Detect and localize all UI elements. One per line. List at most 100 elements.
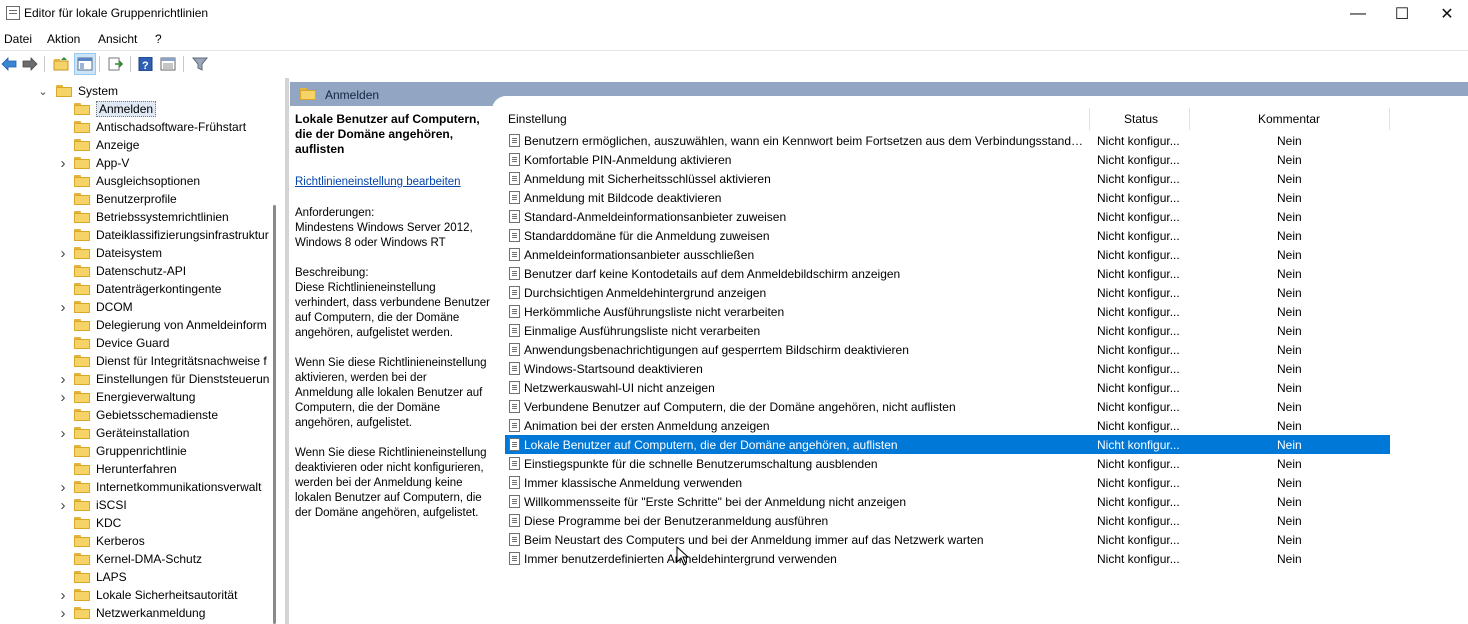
policy-comment: Nein	[1277, 324, 1302, 338]
policy-setting-icon	[509, 419, 520, 432]
policy-row[interactable]: Benutzer darf keine Kontodetails auf dem…	[505, 264, 1390, 283]
menu-datei[interactable]: Datei	[4, 32, 32, 46]
show-hide-tree-icon[interactable]	[74, 53, 96, 75]
policy-status: Nicht konfigur...	[1097, 191, 1180, 205]
tree-item[interactable]: › Netzwerkanmeldung	[58, 604, 206, 622]
tree-item[interactable]: › Lokale Sicherheitsautorität	[58, 586, 238, 604]
folder-icon	[74, 103, 90, 115]
tree-item[interactable]: Delegierung von Anmeldeinform	[58, 316, 267, 334]
policy-row[interactable]: Windows-Startsound deaktivieren Nicht kon…	[505, 359, 1390, 378]
edit-policy-link[interactable]: Richtlinieneinstellung bearbeiten	[295, 175, 500, 190]
folder-icon	[74, 193, 90, 205]
chevron-right-icon[interactable]: ›	[58, 424, 68, 442]
policy-row[interactable]: Standarddomäne für die Anmeldung zuweise…	[505, 226, 1390, 245]
policy-comment: Nein	[1277, 210, 1302, 224]
policy-row[interactable]: Anwendungsbenachrichtigungen auf gesperr…	[505, 340, 1390, 359]
policy-row[interactable]: Beim Neustart des Computers und bei der …	[505, 530, 1390, 549]
tree-item[interactable]: › Geräteinstallation	[58, 424, 190, 442]
tree-item[interactable]: Anzeige	[58, 136, 139, 154]
column-separator[interactable]	[1189, 108, 1190, 130]
minimize-button[interactable]: —	[1335, 0, 1381, 28]
forward-arrow-icon[interactable]	[21, 55, 39, 73]
policy-row[interactable]: Immer klassische Anmeldung verwenden Nich…	[505, 473, 1390, 492]
policy-setting-icon	[509, 172, 520, 185]
tree-item[interactable]: Datenträgerkontingente	[58, 280, 221, 298]
tree-item[interactable]: › Energieverwaltung	[58, 388, 196, 406]
tree-item[interactable]: Anmelden	[58, 100, 157, 118]
back-arrow-icon[interactable]	[0, 55, 18, 73]
properties-view-icon[interactable]	[159, 55, 177, 73]
column-separator[interactable]	[1389, 108, 1390, 130]
chevron-down-icon[interactable]: ⌄	[38, 82, 48, 100]
policy-row[interactable]: Herkömmliche Ausführungsliste nicht vera…	[505, 302, 1390, 321]
policy-name: Netzwerkauswahl-UI nicht anzeigen	[524, 381, 715, 395]
tree-item[interactable]: Gebietsschemadienste	[58, 406, 218, 424]
policy-row[interactable]: Benutzern ermöglichen, auszuwählen, wann…	[505, 131, 1390, 150]
column-separator[interactable]	[1089, 108, 1090, 130]
tree-item-system[interactable]: ⌄ System	[38, 82, 118, 100]
policy-row[interactable]: Anmeldung mit Sicherheitsschlüssel aktiv…	[505, 169, 1390, 188]
help-icon[interactable]: ?	[137, 55, 155, 73]
policy-row[interactable]: Einmalige Ausführungsliste nicht verarbe…	[505, 321, 1390, 340]
tree-item[interactable]: Kernel-DMA-Schutz	[58, 550, 202, 568]
tree-item-label: Kernel-DMA-Schutz	[96, 552, 203, 566]
chevron-right-icon[interactable]: ›	[58, 298, 68, 316]
policy-status: Nicht konfigur...	[1097, 495, 1180, 509]
menu-aktion[interactable]: Aktion	[47, 32, 80, 46]
close-button[interactable]: ✕	[1424, 0, 1468, 28]
folder-icon	[74, 283, 90, 295]
chevron-right-icon[interactable]: ›	[58, 388, 68, 406]
policy-row[interactable]: Anmeldung mit Bildcode deaktivieren Nicht…	[505, 188, 1390, 207]
tree-item[interactable]: Dateiklassifizierungsinfrastruktur	[58, 226, 269, 244]
menu-help[interactable]: ?	[155, 32, 162, 46]
tree-item[interactable]: › DCOM	[58, 298, 133, 316]
tree-item[interactable]: › App-V	[58, 154, 130, 172]
policy-row[interactable]: Diese Programme bei der Benutzeranmeldun…	[505, 511, 1390, 530]
tree-item[interactable]: Betriebssystemrichtlinien	[58, 208, 229, 226]
tree-item[interactable]: Benutzerprofile	[58, 190, 177, 208]
tree-item[interactable]: Herunterfahren	[58, 460, 177, 478]
tree-item[interactable]: Kerberos	[58, 532, 145, 550]
chevron-right-icon[interactable]: ›	[58, 478, 68, 496]
policy-row[interactable]: Animation bei der ersten Anmeldung anzei…	[505, 416, 1390, 435]
filter-icon[interactable]	[191, 55, 209, 73]
tree-item[interactable]: Dienst für Integritätsnachweise f	[58, 352, 267, 370]
policy-row[interactable]: Verbundene Benutzer auf Computern, die d…	[505, 397, 1390, 416]
policy-row[interactable]: Lokale Benutzer auf Computern, die der D…	[505, 435, 1390, 454]
tree-item[interactable]: Gruppenrichtlinie	[58, 442, 187, 460]
policy-row[interactable]: Komfortable PIN-Anmeldung aktivieren Nich…	[505, 150, 1390, 169]
policy-row[interactable]: Immer benutzerdefinierten Anmeldehinterg…	[505, 549, 1390, 568]
tree-item[interactable]: Ausgleichsoptionen	[58, 172, 200, 190]
folder-icon	[74, 517, 90, 529]
tree-item[interactable]: › Dateisystem	[58, 244, 163, 262]
tree-scrollbar[interactable]	[273, 205, 276, 624]
chevron-right-icon[interactable]: ›	[58, 586, 68, 604]
folder-icon	[74, 265, 90, 277]
chevron-right-icon[interactable]: ›	[58, 604, 68, 622]
chevron-right-icon[interactable]: ›	[58, 154, 68, 172]
policy-row[interactable]: Anmeldeinformationsanbieter ausschließen…	[505, 245, 1390, 264]
up-folder-icon[interactable]	[52, 55, 70, 73]
policy-row[interactable]: Willkommensseite für "Erste Schritte" be…	[505, 492, 1390, 511]
policy-row[interactable]: Durchsichtigen Anmeldehintergrund anzeig…	[505, 283, 1390, 302]
tree-item[interactable]: Device Guard	[58, 334, 169, 352]
chevron-right-icon[interactable]: ›	[58, 496, 68, 514]
tree-item[interactable]: › Einstellungen für Dienststeuerun	[58, 370, 270, 388]
tree-item[interactable]: LAPS	[58, 568, 127, 586]
export-list-icon[interactable]	[106, 55, 124, 73]
policy-row[interactable]: Standard-Anmeldeinformationsanbieter zuw…	[505, 207, 1390, 226]
policy-status: Nicht konfigur...	[1097, 229, 1180, 243]
tree-item[interactable]: › Internetkommunikationsverwalt	[58, 478, 262, 496]
tree-item[interactable]: Antischadsoftware-Frühstart	[58, 118, 246, 136]
tree-item[interactable]: Datenschutz-API	[58, 262, 186, 280]
policy-row[interactable]: Einstiegspunkte für die schnelle Benutze…	[505, 454, 1390, 473]
maximize-button[interactable]: ☐	[1379, 0, 1425, 28]
chevron-right-icon[interactable]: ›	[58, 244, 68, 262]
chevron-right-icon[interactable]: ›	[58, 370, 68, 388]
tree-item[interactable]: › iSCSI	[58, 496, 127, 514]
svg-text:?: ?	[142, 60, 149, 71]
policy-row[interactable]: Netzwerkauswahl-UI nicht anzeigen Nicht k…	[505, 378, 1390, 397]
tree-item[interactable]: KDC	[58, 514, 121, 532]
pane-splitter[interactable]	[285, 78, 289, 624]
menu-ansicht[interactable]: Ansicht	[98, 32, 137, 46]
